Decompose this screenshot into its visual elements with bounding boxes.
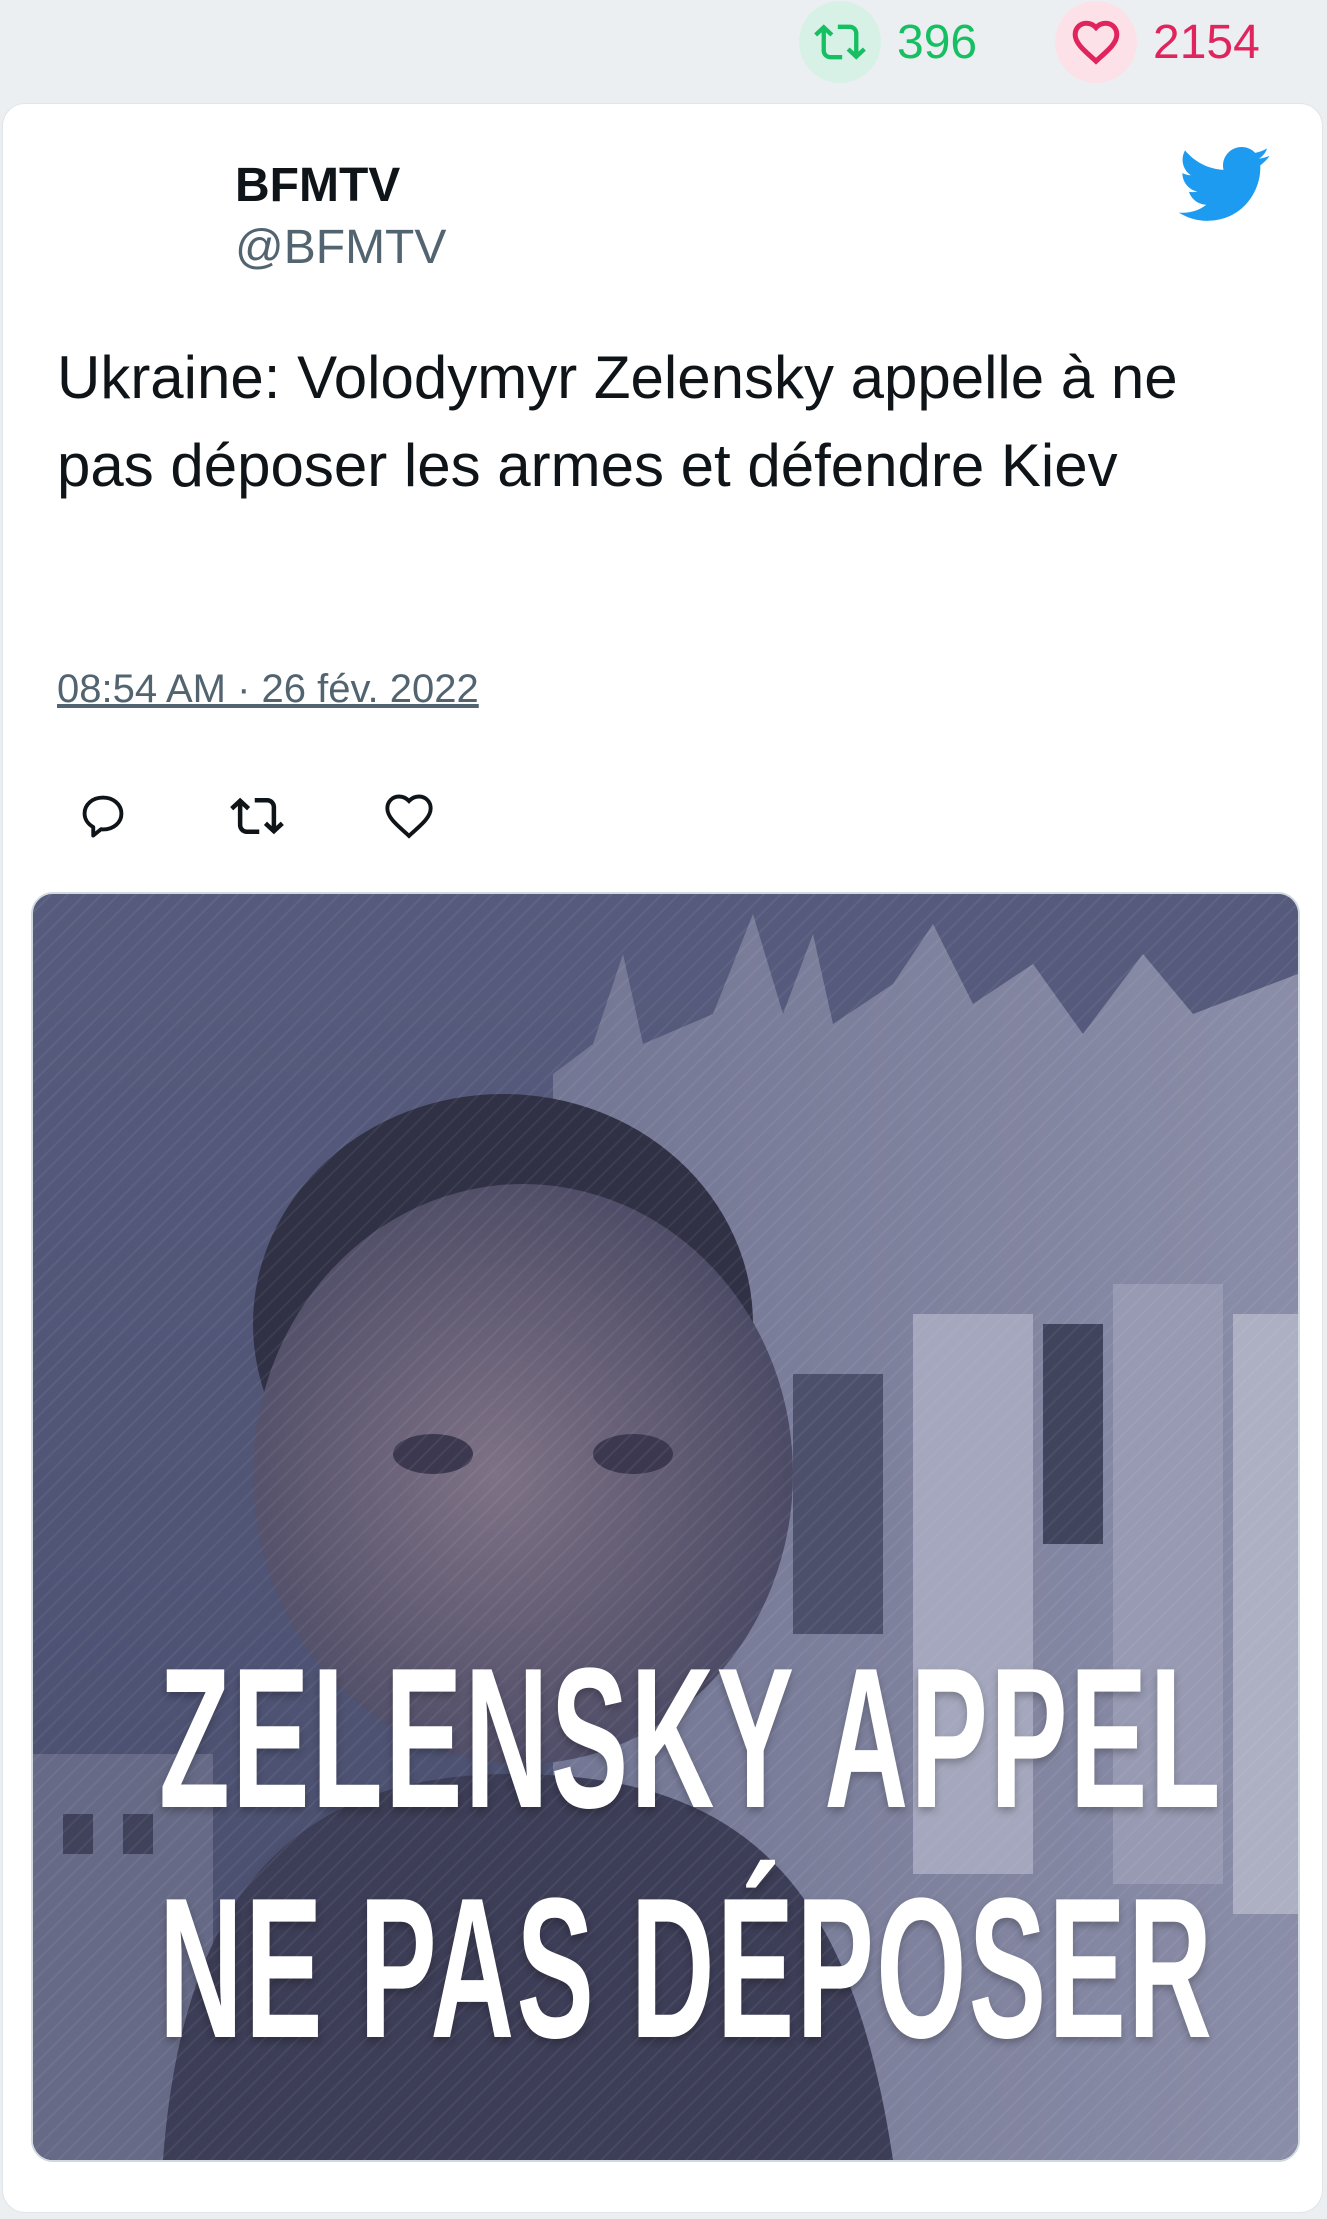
author-name[interactable]: BFMTV (235, 158, 400, 213)
like-button[interactable] (381, 788, 437, 844)
like-stat[interactable]: 2154 (1055, 0, 1260, 84)
tweet-text: Ukraine: Volodymyr Zelensky appelle à ne… (57, 344, 1178, 499)
top-stats-bar: 396 2154 (0, 0, 1327, 95)
heart-action-icon (385, 794, 433, 839)
retweet-action-icon (230, 797, 284, 835)
tweet-card: BFMTV @BFMTV Ukraine: Volodymyr Zelensky… (3, 104, 1322, 2212)
tweet-timestamp[interactable]: 08:54 AM · 26 fév. 2022 (57, 667, 479, 712)
reply-icon (82, 795, 124, 838)
like-count: 2154 (1153, 15, 1260, 69)
tweet-media-image[interactable]: ZELENSKY APPEL NE PAS DÉPOSER (31, 892, 1300, 2162)
author-handle[interactable]: @BFMTV (235, 220, 446, 275)
retweet-count: 396 (897, 15, 978, 69)
twitter-bird-icon[interactable] (1175, 144, 1271, 224)
media-overlay-line2: NE PAS DÉPOSER (159, 1857, 1215, 2080)
retweet-button[interactable] (229, 788, 285, 844)
heart-icon[interactable] (1055, 1, 1137, 83)
retweet-icon[interactable] (799, 1, 881, 83)
reply-button[interactable] (75, 788, 131, 844)
media-overlay-line1: ZELENSKY APPEL (159, 1627, 1223, 1850)
retweet-stat[interactable]: 396 (799, 0, 977, 84)
